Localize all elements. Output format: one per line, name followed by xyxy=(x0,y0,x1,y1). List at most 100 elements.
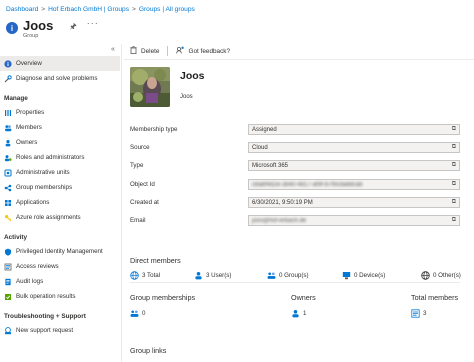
total-members-stat[interactable]: 3 Total xyxy=(130,271,160,280)
page-title: Joos xyxy=(23,18,54,33)
wrench-icon xyxy=(4,74,12,83)
owners-icon xyxy=(4,139,12,147)
key-icon xyxy=(4,214,12,222)
info-icon: i xyxy=(6,22,18,34)
property-value: joos@hof-erbach.de xyxy=(252,217,307,224)
sidebar-item-label: Properties xyxy=(16,109,45,116)
users-stat[interactable]: 3 User(s) xyxy=(194,271,231,280)
sidebar-item-audit-logs[interactable]: Audit logs xyxy=(0,274,120,289)
feedback-button[interactable]: Got feedback? xyxy=(176,46,230,56)
group-memberships-icon xyxy=(4,184,12,192)
copy-icon[interactable]: ⧉ xyxy=(452,126,456,133)
toolbar-divider xyxy=(167,46,169,56)
property-row-email: Email joos@hof-erbach.de ⧉ xyxy=(130,215,460,226)
pim-icon xyxy=(4,248,12,256)
sidebar-item-label: Applications xyxy=(16,199,50,206)
sidebar-item-label: Diagnose and solve problems xyxy=(16,75,98,82)
sidebar-item-admin-units[interactable]: Administrative units xyxy=(0,165,120,180)
sidebar-item-roles[interactable]: Roles and administrators xyxy=(0,150,120,165)
source-field[interactable]: Cloud ⧉ xyxy=(248,142,460,153)
membership-type-field[interactable]: Assigned ⧉ xyxy=(248,124,460,135)
copy-icon[interactable]: ⧉ xyxy=(452,199,456,206)
group-memberships-title: Group memberships xyxy=(130,293,196,302)
sidebar-item-members[interactable]: Members xyxy=(0,120,120,135)
stat-value: 0 Device(s) xyxy=(354,272,386,279)
breadcrumb: Dashboard > Hof Erbach GmbH | Groups > Group… xyxy=(6,6,195,13)
admin-units-icon xyxy=(4,169,12,177)
feedback-label: Got feedback? xyxy=(188,47,231,55)
copy-icon[interactable]: ⧉ xyxy=(452,162,456,169)
sidebar-item-access-reviews[interactable]: Access reviews xyxy=(0,259,120,274)
stat-value: 3 User(s) xyxy=(206,272,232,279)
groups-stat[interactable]: 0 Group(s) xyxy=(267,271,309,280)
sidebar-item-pim[interactable]: Privileged Identity Management xyxy=(0,244,120,259)
group-photo[interactable] xyxy=(130,67,170,107)
sidebar-item-label: Roles and administrators xyxy=(16,154,85,161)
email-field[interactable]: joos@hof-erbach.de ⧉ xyxy=(248,215,460,226)
stat-value: 3 xyxy=(423,310,427,317)
collapse-sidebar-icon[interactable]: « xyxy=(111,46,115,53)
sidebar-item-diagnose[interactable]: Diagnose and solve problems xyxy=(0,71,120,86)
group-memberships-count[interactable]: 0 xyxy=(130,309,145,318)
members-list-icon xyxy=(411,309,420,318)
sidebar-item-label: Administrative units xyxy=(16,169,70,176)
total-members-count[interactable]: 3 xyxy=(411,309,426,318)
object-id-field[interactable]: c8a8f4d2e-3b40-4817-af9f-b7f9cda8dcab ⧉ xyxy=(248,179,460,190)
sidebar-divider xyxy=(121,44,122,362)
property-row-created-at: Created at 6/30/2021, 9:50:19 PM ⧉ xyxy=(130,197,460,208)
property-value: Microsoft 365 xyxy=(252,162,289,169)
sidebar-item-properties[interactable]: Properties xyxy=(0,105,120,120)
owners-title: Owners xyxy=(291,293,316,302)
property-row-source: Source Cloud ⧉ xyxy=(130,142,460,153)
stat-value: 3 Total xyxy=(142,272,161,279)
sidebar-item-label: Bulk operation results xyxy=(16,293,76,300)
sidebar-item-bulk-results[interactable]: Bulk operation results xyxy=(0,289,120,304)
breadcrumb-groups[interactable]: Hof Erbach GmbH | Groups xyxy=(48,6,129,13)
owners-count[interactable]: 1 xyxy=(291,309,306,318)
sidebar-item-label: Overview xyxy=(16,60,42,67)
user-icon xyxy=(291,309,300,318)
sidebar-section-support: Troubleshooting + Support xyxy=(4,312,86,320)
breadcrumb-dashboard[interactable]: Dashboard xyxy=(6,6,38,13)
copy-icon[interactable]: ⧉ xyxy=(452,217,456,224)
property-value: c8a8f4d2e-3b40-4817-af9f-b7f9cda8dcab xyxy=(252,181,363,188)
sidebar-item-azure-roles[interactable]: Azure role assignments xyxy=(0,210,120,225)
sidebar-item-applications[interactable]: Applications xyxy=(0,195,120,210)
type-field[interactable]: Microsoft 365 ⧉ xyxy=(248,160,460,171)
breadcrumb-all-groups[interactable]: Groups | All groups xyxy=(139,6,195,13)
applications-icon xyxy=(4,199,12,207)
total-members-title: Total members xyxy=(411,293,459,302)
delete-button[interactable]: Delete xyxy=(130,46,159,56)
page-subtitle: Group xyxy=(23,33,39,39)
sidebar-item-group-memberships[interactable]: Group memberships xyxy=(0,180,120,195)
others-stat[interactable]: 0 Other(s) xyxy=(421,271,461,280)
sidebar-item-owners[interactable]: Owners xyxy=(0,135,120,150)
property-row-membership-type: Membership type Assigned ⧉ xyxy=(130,124,460,135)
delete-label: Delete xyxy=(141,47,160,55)
sidebar-item-overview[interactable]: Overview xyxy=(0,56,120,71)
sidebar-item-label: New support request xyxy=(16,327,74,334)
created-at-field[interactable]: 6/30/2021, 9:50:19 PM ⧉ xyxy=(248,197,460,208)
devices-stat[interactable]: 0 Device(s) xyxy=(342,271,385,280)
group-description: Joos xyxy=(180,94,193,100)
stat-value: 0 xyxy=(142,310,146,317)
pin-icon[interactable]: 🖈 xyxy=(69,21,76,35)
groups-icon xyxy=(267,271,276,280)
group-name: Joos xyxy=(180,70,205,82)
stat-value: 0 Other(s) xyxy=(433,272,461,279)
sidebar-item-label: Azure role assignments xyxy=(16,214,81,221)
property-row-object-id: Object Id c8a8f4d2e-3b40-4817-af9f-b7f9c… xyxy=(130,179,460,190)
properties-icon xyxy=(4,109,12,117)
sidebar-item-label: Privileged Identity Management xyxy=(16,248,103,255)
section-divider xyxy=(130,282,460,283)
more-options-icon[interactable]: ··· xyxy=(87,18,99,28)
copy-icon[interactable]: ⧉ xyxy=(452,144,456,151)
sidebar-item-new-support-request[interactable]: New support request xyxy=(0,323,120,338)
group-memberships-icon xyxy=(130,309,139,318)
property-label: Membership type xyxy=(130,126,178,133)
stat-value: 0 Group(s) xyxy=(279,272,309,279)
property-label: Type xyxy=(130,162,144,169)
direct-members-title: Direct members xyxy=(130,256,181,265)
copy-icon[interactable]: ⧉ xyxy=(452,181,456,188)
group-links-title: Group links xyxy=(130,346,167,355)
